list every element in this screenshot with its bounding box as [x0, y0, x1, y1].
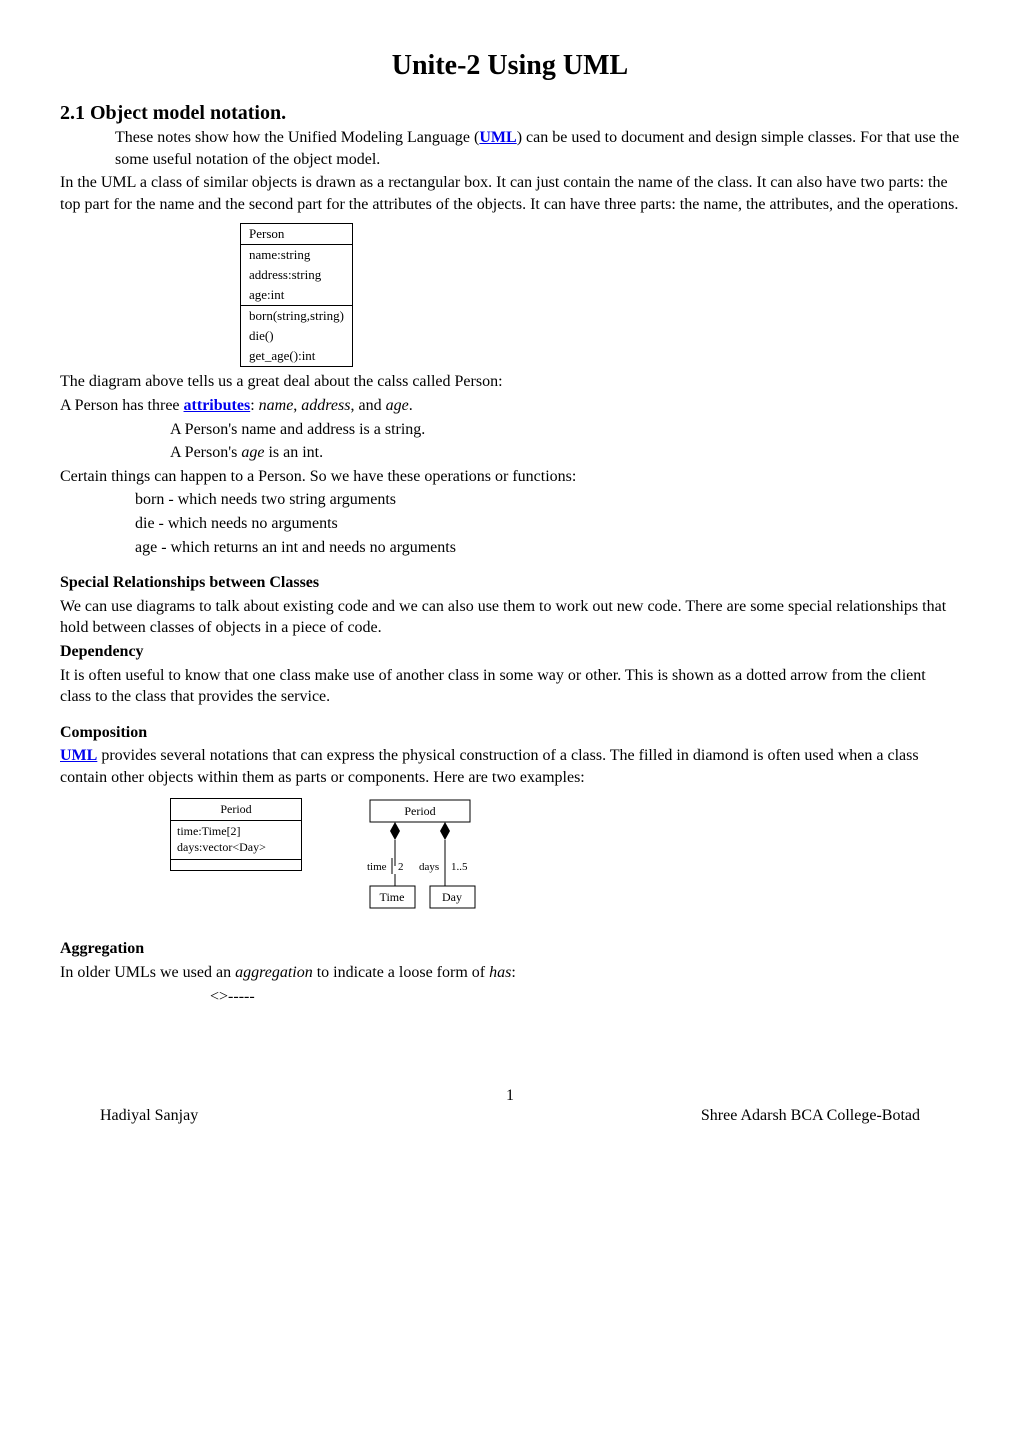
uml-attribute: address:string [241, 265, 352, 285]
uml-attributes: time:Time[2] days:vector<Day> [171, 820, 301, 858]
uml-operation: get_age():int [241, 346, 352, 366]
link-uml[interactable]: UML [479, 129, 516, 146]
spacer [60, 560, 960, 570]
paragraph: The diagram above tells us a great deal … [60, 371, 960, 393]
text: : [511, 964, 515, 981]
italic-text: address [301, 397, 350, 414]
uml-attribute: name:string [241, 244, 352, 265]
uml-attribute: days:vector<Day> [177, 840, 295, 856]
text: to indicate a loose form of [313, 964, 489, 981]
section-heading-2-1: 2.1 Object model notation. [60, 102, 960, 125]
svg-text: Period [404, 804, 435, 818]
link-attributes[interactable]: attributes [184, 397, 251, 414]
paragraph: UML provides several notations that can … [60, 745, 960, 788]
svg-text: days [419, 861, 439, 873]
uml-attribute: time:Time[2] [177, 824, 295, 840]
text: These notes show how the Unified Modelin… [115, 129, 479, 146]
page-title: Unite-2 Using UML [60, 50, 960, 82]
text: is an int. [264, 444, 323, 461]
italic-text: age [241, 444, 264, 461]
italic-text: aggregation [235, 964, 313, 981]
paragraph: These notes show how the Unified Modelin… [115, 127, 960, 170]
svg-text: time [367, 861, 387, 873]
italic-text: has [489, 964, 511, 981]
text: In older UMLs we used an [60, 964, 235, 981]
page-number: 1 [60, 1087, 960, 1105]
text: provides several notations that can expr… [60, 747, 919, 786]
uml-composition-right: Period time 2 days 1..5 Time Day [320, 798, 520, 918]
link-uml[interactable]: UML [60, 747, 97, 764]
text: A Person's [170, 444, 241, 461]
text: : [250, 397, 258, 414]
paragraph: In the UML a class of similar objects is… [60, 172, 960, 215]
paragraph: A Person's name and address is a string. [170, 419, 960, 441]
uml-attribute: age:int [241, 285, 352, 305]
uml-operation: born(string,string) [241, 305, 352, 326]
uml-class-name: Person [241, 224, 352, 244]
subheading-aggregation: Aggregation [60, 938, 960, 960]
page-footer: 1 Hadiyal Sanjay Shree Adarsh BCA Colleg… [60, 1087, 960, 1125]
subheading-dependency: Dependency [60, 641, 960, 663]
uml-operation: die() [241, 326, 352, 346]
spacer [60, 710, 960, 720]
subheading-composition: Composition [60, 722, 960, 744]
italic-text: name [259, 397, 294, 414]
list-item: die - which needs no arguments [135, 513, 960, 535]
text: A Person has three [60, 397, 184, 414]
svg-text: Day [442, 890, 462, 904]
paragraph: A Person has three attributes: name, add… [60, 395, 960, 417]
list-item: age - which returns an int and needs no … [135, 537, 960, 559]
svg-text: 1..5 [451, 861, 468, 873]
paragraph: We can use diagrams to talk about existi… [60, 596, 960, 639]
paragraph: In older UMLs we used an aggregation to … [60, 962, 960, 984]
subheading-special-relationships: Special Relationships between Classes [60, 572, 960, 594]
text: . [409, 397, 413, 414]
composition-diagram: Period time:Time[2] days:vector<Day> Per… [170, 798, 960, 918]
uml-class-person: Person name:string address:string age:in… [240, 223, 353, 367]
text: , and [350, 397, 385, 414]
paragraph: It is often useful to know that one clas… [60, 665, 960, 708]
svg-text: 2 [398, 861, 404, 873]
uml-empty-section [171, 859, 301, 870]
aggregation-symbol: <>----- [210, 986, 960, 1008]
uml-class-name: Period [171, 799, 301, 820]
uml-class-period-left: Period time:Time[2] days:vector<Day> [170, 798, 302, 870]
paragraph: A Person's age is an int. [170, 442, 960, 464]
list-item: born - which needs two string arguments [135, 489, 960, 511]
italic-text: age [386, 397, 409, 414]
footer-right: Shree Adarsh BCA College-Botad [701, 1107, 920, 1125]
svg-text: Time [380, 890, 405, 904]
paragraph: Certain things can happen to a Person. S… [60, 466, 960, 488]
footer-left: Hadiyal Sanjay [100, 1107, 198, 1125]
